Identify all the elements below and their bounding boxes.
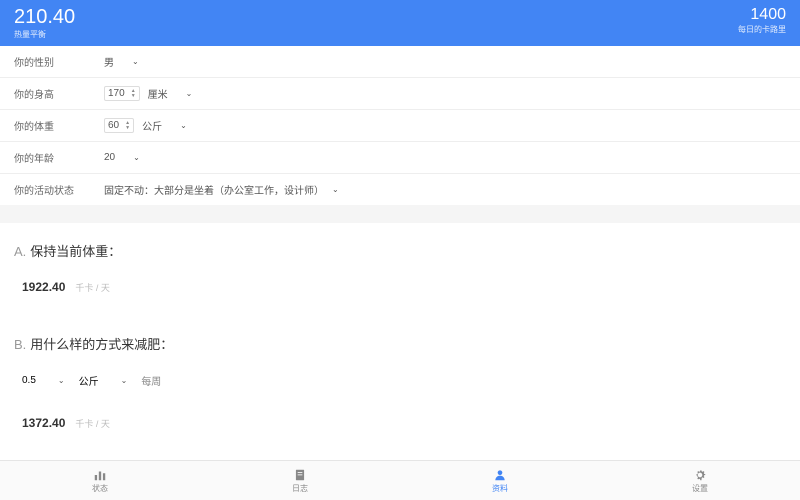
maintain-result: 1922.40 千卡 / 天 [14, 276, 786, 298]
section-maintain: A. 保持当前体重： 1922.40 千卡 / 天 [0, 223, 800, 316]
row-age: 你的年龄 20 ⌄ [0, 142, 800, 174]
content: 你的性别 男 ⌄ 你的身高 170 ▲▼ 厘米 ⌄ 你的体重 60 ▲▼ 公斤 … [0, 46, 800, 460]
bar-chart-icon [93, 468, 107, 482]
row-weight: 你的体重 60 ▲▼ 公斤 ⌄ [0, 110, 800, 142]
chevron-down-icon: ⌄ [133, 153, 140, 162]
spacer [0, 205, 800, 223]
lose-unit: 千卡 / 天 [75, 417, 110, 430]
age-select[interactable]: 20 ⌄ [104, 152, 140, 163]
label-activity: 你的活动状态 [14, 182, 104, 197]
age-value: 20 [104, 152, 115, 163]
section-a-letter: A. [14, 244, 26, 259]
tab-diary-label: 日志 [292, 483, 308, 494]
gear-icon [693, 468, 707, 482]
gender-value: 男 [104, 54, 114, 69]
label-gender: 你的性别 [14, 54, 104, 69]
label-height: 你的身高 [14, 86, 104, 101]
lose-value: 1372.40 [22, 416, 65, 430]
row-activity: 你的活动状态 固定不动：大部分是坐着（办公室工作，设计师） ⌄ [0, 174, 800, 205]
weight-unit-select[interactable]: 公斤 ⌄ [142, 118, 187, 133]
section-b-title: B. 用什么样的方式来减肥： [14, 334, 786, 353]
loss-unit: 公斤 [79, 373, 99, 388]
stepper-icon: ▲▼ [131, 89, 136, 99]
label-weight: 你的体重 [14, 118, 104, 133]
chevron-down-icon: ⌄ [121, 376, 128, 385]
maintain-value: 1922.40 [22, 280, 65, 294]
calorie-balance-value: 210.40 [14, 6, 75, 29]
loss-period: 每周 [141, 373, 161, 388]
header-left: 210.40 热量平衡 [14, 6, 75, 40]
section-a-title: A. 保持当前体重： [14, 241, 786, 260]
lose-result: 1372.40 千卡 / 天 [14, 412, 786, 434]
tab-diary[interactable]: 日志 [200, 461, 400, 500]
activity-select[interactable]: 固定不动：大部分是坐着（办公室工作，设计师） ⌄ [104, 182, 339, 197]
person-icon [493, 468, 507, 482]
section-lose: B. 用什么样的方式来减肥： 0.5 ⌄ 公斤 ⌄ 每周 1372.40 千卡 /… [0, 316, 800, 452]
weight-value: 60 [108, 120, 119, 131]
header-right: 1400 每日的卡路里 [738, 6, 786, 35]
tab-profile[interactable]: 资料 [400, 461, 600, 500]
tab-status-label: 状态 [92, 483, 108, 494]
book-icon [293, 468, 307, 482]
weight-unit: 公斤 [142, 118, 162, 133]
maintain-unit: 千卡 / 天 [75, 281, 110, 294]
section-b-text: 用什么样的方式来减肥： [30, 337, 173, 352]
chevron-down-icon: ⌄ [186, 89, 193, 98]
tab-settings[interactable]: 设置 [600, 461, 800, 500]
label-age: 你的年龄 [14, 150, 104, 165]
tab-settings-label: 设置 [692, 483, 708, 494]
daily-calorie-label: 每日的卡路里 [738, 24, 786, 35]
weight-stepper[interactable]: 60 ▲▼ [104, 118, 134, 133]
height-stepper[interactable]: 170 ▲▼ [104, 86, 140, 101]
activity-value: 固定不动：大部分是坐着（办公室工作，设计师） [104, 182, 324, 197]
chevron-down-icon: ⌄ [332, 185, 339, 194]
row-gender: 你的性别 男 ⌄ [0, 46, 800, 78]
stepper-icon: ▲▼ [125, 121, 130, 131]
tab-status[interactable]: 状态 [0, 461, 200, 500]
section-a-text: 保持当前体重： [30, 244, 121, 259]
loss-unit-select[interactable]: 公斤 ⌄ [79, 373, 128, 388]
loss-amount: 0.5 [22, 375, 36, 386]
loss-amount-select[interactable]: 0.5 ⌄ [22, 375, 65, 386]
header: 210.40 热量平衡 1400 每日的卡路里 [0, 0, 800, 46]
row-height: 你的身高 170 ▲▼ 厘米 ⌄ [0, 78, 800, 110]
chevron-down-icon: ⌄ [58, 376, 65, 385]
chevron-down-icon: ⌄ [132, 57, 139, 66]
tab-profile-label: 资料 [492, 483, 508, 494]
chevron-down-icon: ⌄ [180, 121, 187, 130]
height-unit: 厘米 [148, 86, 168, 101]
gender-select[interactable]: 男 ⌄ [104, 54, 139, 69]
section-b-letter: B. [14, 337, 26, 352]
calorie-balance-label: 热量平衡 [14, 29, 75, 40]
daily-calorie-value: 1400 [738, 6, 786, 24]
loss-config: 0.5 ⌄ 公斤 ⌄ 每周 [14, 369, 786, 392]
height-unit-select[interactable]: 厘米 ⌄ [148, 86, 193, 101]
height-value: 170 [108, 88, 125, 99]
tabbar: 状态 日志 资料 设置 [0, 460, 800, 500]
